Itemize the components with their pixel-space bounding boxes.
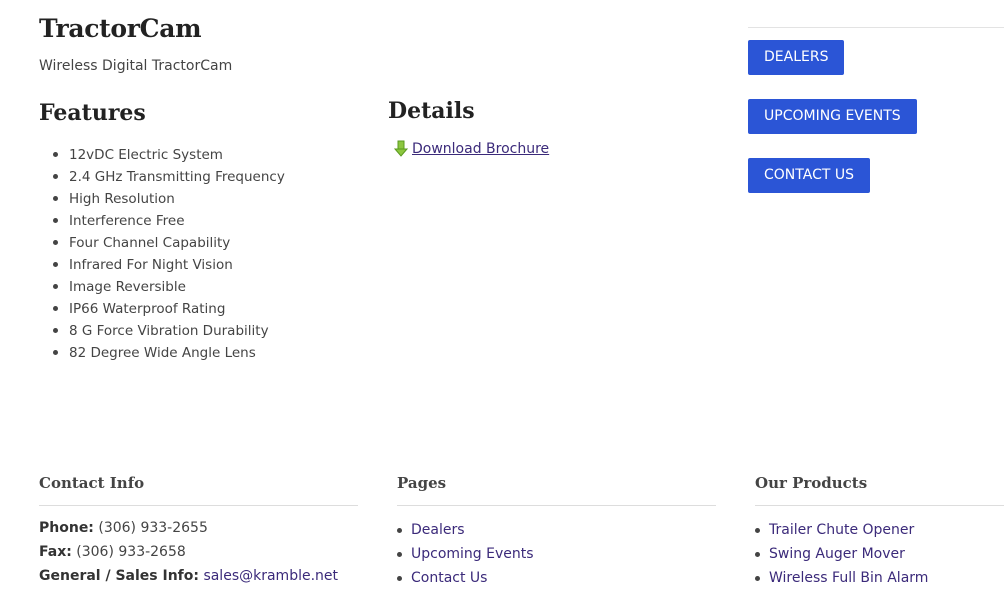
- product-title: TractorCam: [39, 14, 202, 43]
- phone-label: Phone:: [39, 520, 94, 536]
- contact-sales: General / Sales Info: sales@kramble.net: [39, 568, 338, 584]
- footer-products-list: Trailer Chute Opener Swing Auger Mover W…: [754, 518, 928, 590]
- product-subtitle: Wireless Digital TractorCam: [39, 58, 233, 74]
- footer-link-contact-us[interactable]: Contact Us: [397, 566, 534, 590]
- feature-item: 12vDC Electric System: [53, 144, 285, 166]
- sales-label: General / Sales Info:: [39, 568, 199, 584]
- features-list: 12vDC Electric System 2.4 GHz Transmitti…: [53, 144, 285, 364]
- footer-link-upcoming-events[interactable]: Upcoming Events: [397, 542, 534, 566]
- feature-item: 82 Degree Wide Angle Lens: [53, 342, 285, 364]
- sales-email-link[interactable]: sales@kramble.net: [203, 568, 338, 584]
- feature-item: Interference Free: [53, 210, 285, 232]
- fax-value: (306) 933-2658: [76, 544, 186, 560]
- feature-item: High Resolution: [53, 188, 285, 210]
- footer-pages-heading: Pages: [397, 474, 447, 492]
- footer-link-dealers[interactable]: Dealers: [397, 518, 534, 542]
- footer-pages-divider: [397, 505, 716, 506]
- footer-products-heading: Our Products: [755, 474, 868, 492]
- features-heading: Features: [39, 100, 146, 126]
- phone-value: (306) 933-2655: [98, 520, 208, 536]
- footer-link-trailer-chute-opener[interactable]: Trailer Chute Opener: [754, 518, 928, 542]
- fax-label: Fax:: [39, 544, 72, 560]
- download-arrow-icon[interactable]: [393, 140, 409, 158]
- feature-item: 2.4 GHz Transmitting Frequency: [53, 166, 285, 188]
- details-heading: Details: [388, 98, 475, 124]
- download-brochure-link[interactable]: Download Brochure: [412, 141, 549, 157]
- contact-phone: Phone: (306) 933-2655: [39, 520, 208, 536]
- dealers-button[interactable]: DEALERS: [748, 40, 845, 75]
- footer-link-wireless-full-bin-alarm[interactable]: Wireless Full Bin Alarm: [754, 566, 928, 590]
- footer-link-swing-auger-mover[interactable]: Swing Auger Mover: [754, 542, 928, 566]
- footer-pages-list: Dealers Upcoming Events Contact Us: [397, 518, 534, 590]
- feature-item: IP66 Waterproof Rating: [53, 298, 285, 320]
- feature-item: Image Reversible: [53, 276, 285, 298]
- footer-contact-divider: [39, 505, 358, 506]
- footer-products-divider: [755, 505, 1004, 506]
- contact-us-button[interactable]: CONTACT US: [748, 158, 870, 193]
- sidebar-divider: [748, 27, 1004, 28]
- footer-contact-heading: Contact Info: [39, 474, 145, 492]
- upcoming-events-button[interactable]: UPCOMING EVENTS: [748, 99, 917, 134]
- feature-item: Four Channel Capability: [53, 232, 285, 254]
- download-brochure-row: Download Brochure: [393, 140, 549, 158]
- contact-fax: Fax: (306) 933-2658: [39, 544, 186, 560]
- feature-item: 8 G Force Vibration Durability: [53, 320, 285, 342]
- feature-item: Infrared For Night Vision: [53, 254, 285, 276]
